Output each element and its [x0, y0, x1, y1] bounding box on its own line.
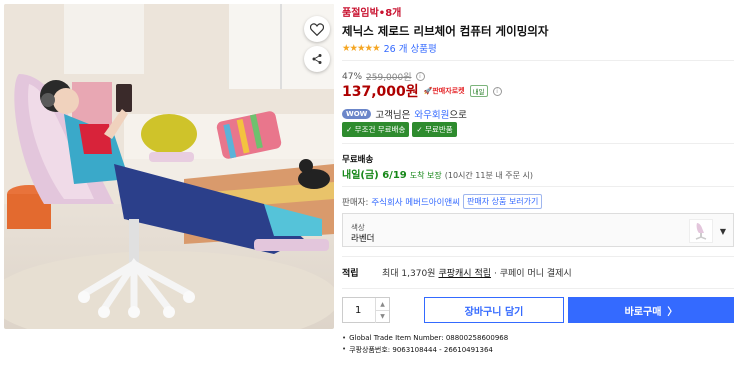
- tomorrow-badge: 내일: [469, 85, 488, 97]
- wow-text-suffix: 으로: [449, 110, 467, 121]
- wishlist-heart-button[interactable]: [304, 16, 330, 42]
- price-row: 137,000원 🚀판매자로켓 내일 i: [342, 81, 502, 101]
- share-icon: [312, 54, 322, 64]
- divider: [342, 186, 734, 187]
- coupang-cash-link[interactable]: 쿠팡캐시 적립: [438, 266, 491, 279]
- arrival-note: (10시간 11분 내 주문 시): [444, 171, 534, 180]
- free-return-benefit: ✓ 무료반품: [412, 122, 457, 137]
- seller-products-button[interactable]: 판매자 상품 보러가기: [463, 194, 543, 209]
- wow-membership-row: WOW 고객님은 와우회원 으로: [342, 107, 467, 121]
- option-thumbnail: [689, 219, 713, 243]
- chevron-down-icon: ▼: [719, 227, 726, 236]
- points-label: 적립: [342, 269, 359, 279]
- rating-row[interactable]: ★★★★★ 26 개 상품평: [342, 41, 437, 56]
- product-image[interactable]: [4, 4, 334, 329]
- divider: [342, 256, 734, 257]
- points-prefix: 최대 1,370원: [382, 269, 436, 279]
- option-value: 라벤더: [351, 234, 375, 244]
- points-row: 최대 1,370원 쿠팡캐시 적립 · 쿠페이 머니 결제시: [382, 266, 572, 279]
- discount-percent: 47%: [342, 71, 363, 82]
- wow-badge: WOW: [342, 109, 372, 119]
- gtin-row: • Global Trade Item Number: 088002586009…: [342, 334, 508, 342]
- product-number-text: 쿠팡상품번호: 9063108444 - 26610491364: [349, 346, 493, 354]
- product-photo-illustration: [4, 4, 334, 329]
- seller-rocket-badge: 🚀판매자로켓: [423, 87, 465, 95]
- buy-now-label: 바로구매: [624, 306, 662, 318]
- add-to-cart-button[interactable]: 장바구니 담기: [424, 297, 564, 323]
- bullet: •: [342, 334, 347, 342]
- divider: [342, 60, 734, 61]
- gtin-text: Global Trade Item Number: 08800258600968: [349, 334, 509, 342]
- stock-badge: 품절임박•8개: [342, 8, 402, 19]
- quantity-input[interactable]: 1: [355, 305, 361, 316]
- seller-label: 판매자:: [342, 197, 369, 208]
- arrival-guarantee: 도착 보장: [409, 171, 442, 180]
- share-button[interactable]: [304, 46, 330, 72]
- review-count-link[interactable]: 26 개 상품평: [384, 41, 437, 55]
- arrival-date: 내일(금) 6/19: [342, 170, 407, 181]
- arrival-row: 내일(금) 6/19 도착 보장 (10시간 11분 내 주문 시): [342, 166, 533, 181]
- price-info-icon[interactable]: i: [492, 86, 502, 96]
- seller-name-link[interactable]: 주식회사 메버드아이앤씨: [371, 196, 460, 208]
- wow-text-prefix: 고객님은: [375, 110, 411, 121]
- wow-member-link[interactable]: 와우회원: [414, 107, 449, 121]
- buy-now-button[interactable]: 바로구매 〉: [568, 297, 734, 323]
- divider: [342, 288, 734, 289]
- quantity-stepper[interactable]: 1 ▲ ▼: [342, 297, 390, 323]
- star-rating-icon: ★★★★★: [342, 42, 381, 54]
- points-suffix: · 쿠페이 머니 결제시: [494, 269, 572, 279]
- bullet: •: [342, 345, 347, 353]
- heart-icon: [310, 22, 324, 36]
- product-title: 제닉스 제로드 리브체어 컴퓨터 게이밍의자: [342, 24, 549, 38]
- quantity-decrease-button[interactable]: ▼: [375, 310, 389, 323]
- color-option-select[interactable]: 색상 라벤더 ▼: [342, 213, 734, 247]
- sale-price: 137,000원: [342, 84, 419, 100]
- info-icon[interactable]: i: [415, 72, 425, 81]
- free-shipping-benefit: ✓ 무조건 무료배송: [342, 122, 410, 137]
- wow-benefits: ✓ 무조건 무료배송 ✓ 무료반품: [342, 122, 457, 137]
- divider: [342, 143, 734, 144]
- shipping-title: 무료배송: [342, 155, 374, 165]
- chevron-right-icon: 〉: [667, 306, 678, 318]
- chair-thumbnail-icon: [695, 223, 707, 240]
- seller-row: 판매자: 주식회사 메버드아이앤씨 판매자 상품 보러가기: [342, 194, 543, 209]
- product-number-row: • 쿠팡상품번호: 9063108444 - 26610491364: [342, 345, 493, 355]
